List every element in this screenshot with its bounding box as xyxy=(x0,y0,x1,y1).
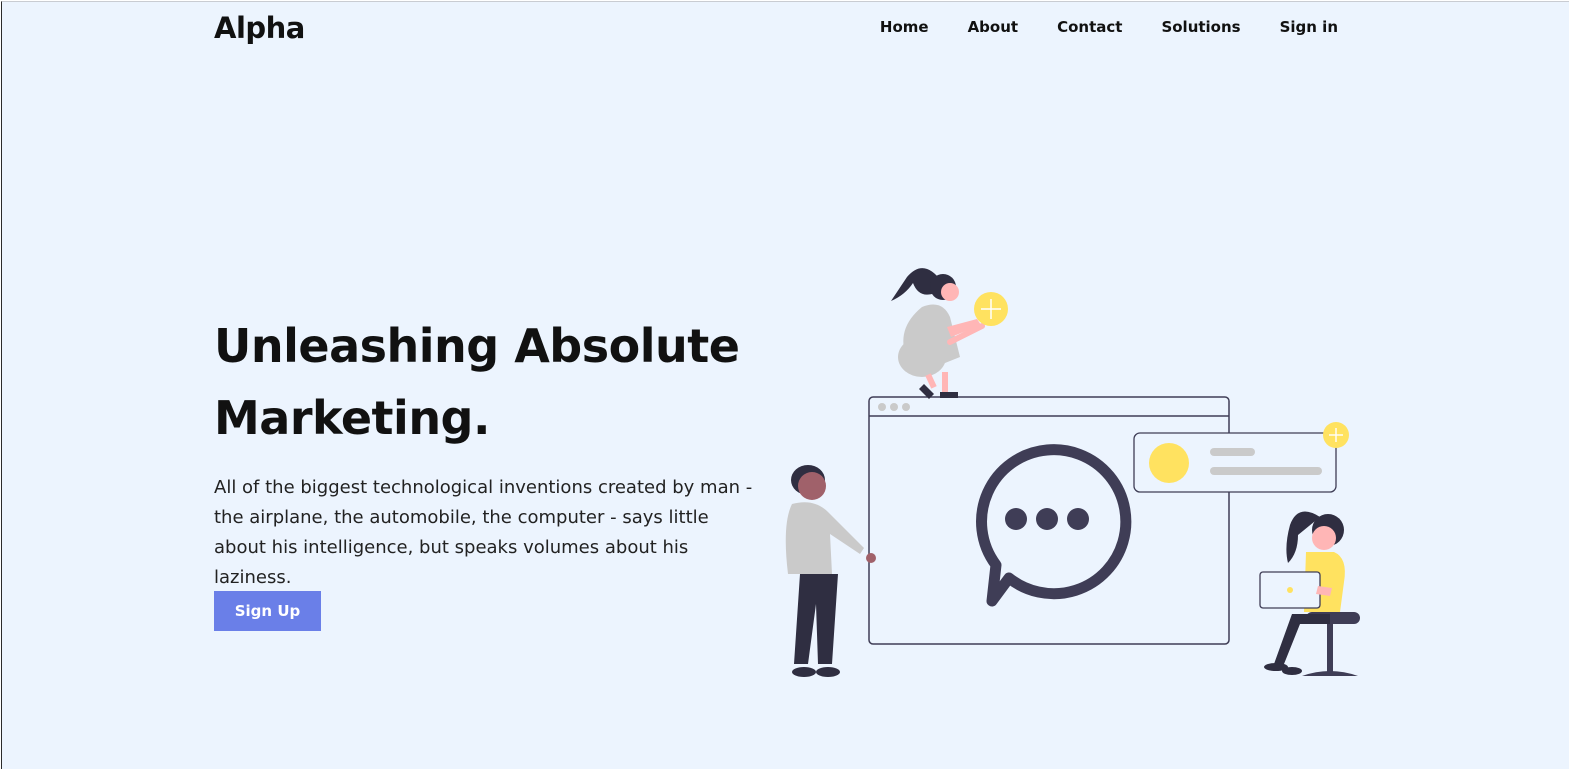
sign-up-button[interactable]: Sign Up xyxy=(214,591,321,631)
hero-title: Unleashing Absolute Marketing. xyxy=(214,319,740,445)
main-nav: Home About Contact Solutions Sign in xyxy=(880,18,1338,36)
woman-with-plus-illustration xyxy=(891,268,1008,399)
standing-man-illustration xyxy=(785,465,876,677)
nav-solutions[interactable]: Solutions xyxy=(1161,18,1240,36)
page: Alpha Home About Contact Solutions Sign … xyxy=(1,1,1569,769)
hero-illustration xyxy=(785,268,1360,677)
nav-sign-in[interactable]: Sign in xyxy=(1280,18,1338,36)
hero-description: All of the biggest technological inventi… xyxy=(214,477,753,588)
nav-about[interactable]: About xyxy=(968,18,1019,36)
brand-logo[interactable]: Alpha xyxy=(214,11,305,45)
site-header: Alpha Home About Contact Solutions Sign … xyxy=(2,2,1569,58)
notification-card-illustration xyxy=(1133,422,1349,493)
woman-with-laptop-illustration xyxy=(1259,511,1360,676)
laptop-icon xyxy=(1259,571,1321,609)
nav-contact[interactable]: Contact xyxy=(1057,18,1122,36)
nav-home[interactable]: Home xyxy=(880,18,929,36)
